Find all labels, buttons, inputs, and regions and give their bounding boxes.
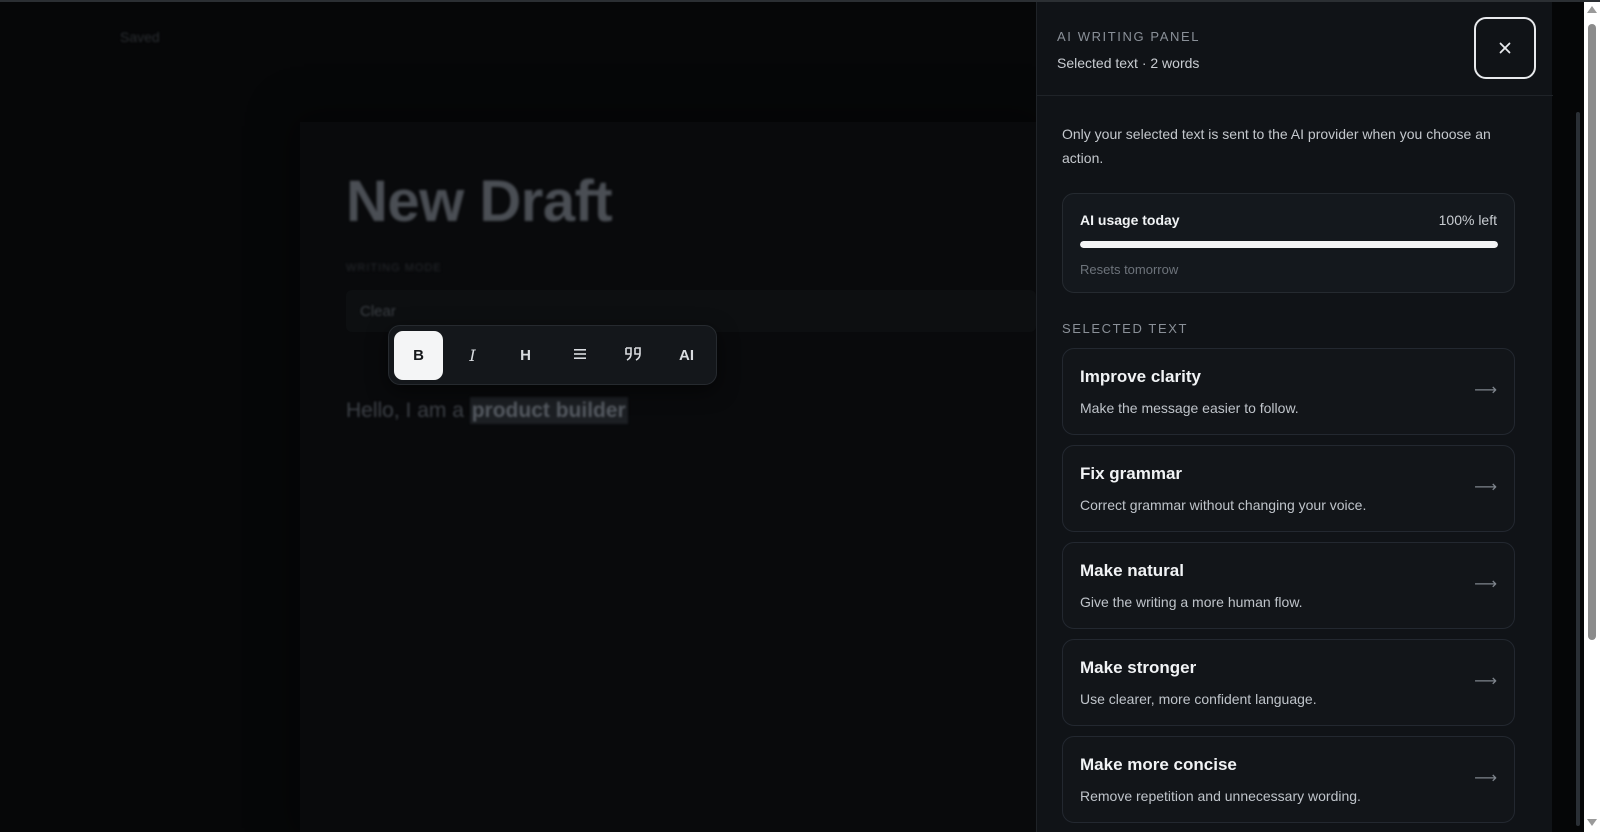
scroll-up-icon[interactable] (1587, 6, 1597, 13)
panel-title: AI WRITING PANEL (1057, 29, 1201, 44)
arrow-right-icon: ⟶ (1474, 673, 1497, 690)
panel-header: AI WRITING PANEL Selected text · 2 words (1037, 2, 1553, 96)
action-description: Correct grammar without changing your vo… (1080, 497, 1367, 513)
arrow-right-icon: ⟶ (1474, 479, 1497, 496)
usage-progress-fill (1080, 241, 1498, 248)
window-scrollbar[interactable] (1584, 0, 1600, 832)
mode-label: WRITING MODE (346, 262, 442, 274)
arrow-right-icon: ⟶ (1474, 576, 1497, 593)
action-description: Remove repetition and unnecessary wordin… (1080, 788, 1361, 804)
usage-progress-bar (1080, 241, 1498, 248)
italic-button[interactable]: I (448, 331, 497, 380)
app-window: Saved New Draft WRITING MODE Clear Hello… (0, 0, 1600, 832)
usage-title: AI usage today (1080, 212, 1180, 228)
body-text: Hello, I am a (346, 399, 470, 422)
list-button[interactable] (555, 331, 604, 380)
panel-scrollbar[interactable] (1574, 100, 1582, 832)
close-icon (1499, 37, 1511, 60)
arrow-right-icon: ⟶ (1474, 382, 1497, 399)
scrollbar-thumb[interactable] (1588, 24, 1596, 640)
top-border (0, 0, 1600, 2)
quote-icon (624, 346, 642, 366)
arrow-right-icon: ⟶ (1474, 770, 1497, 787)
clear-label: Clear (360, 303, 396, 320)
selected-text[interactable]: product builder (469, 397, 628, 424)
quote-button[interactable] (608, 331, 657, 380)
action-name: Improve clarity (1080, 367, 1201, 386)
format-toolbar: B I H AI (388, 325, 717, 385)
list-icon (573, 347, 587, 364)
privacy-note: Only your selected text is sent to the A… (1062, 126, 1491, 166)
action-improve-clarity[interactable]: Improve clarity Make the message easier … (1062, 348, 1515, 435)
scroll-down-icon[interactable] (1587, 819, 1597, 826)
action-make-natural[interactable]: Make natural Give the writing a more hum… (1062, 542, 1515, 629)
usage-reset-note: Resets tomorrow (1080, 262, 1179, 277)
heading-button[interactable]: H (501, 331, 550, 380)
action-fix-grammar[interactable]: Fix grammar Correct grammar without chan… (1062, 445, 1515, 532)
action-description: Make the message easier to follow. (1080, 400, 1299, 416)
bold-button[interactable]: B (394, 331, 443, 380)
ai-writing-panel: AI WRITING PANEL Selected text · 2 words… (1036, 2, 1553, 832)
action-name: Fix grammar (1080, 464, 1183, 483)
action-description: Give the writing a more human flow. (1080, 594, 1303, 610)
document-title[interactable]: New Draft (346, 168, 613, 235)
action-name: Make stronger (1080, 658, 1197, 677)
panel-subtitle: Selected text · 2 words (1057, 55, 1200, 71)
action-name: Make more concise (1080, 755, 1237, 774)
action-make-more-concise[interactable]: Make more concise Remove repetition and … (1062, 736, 1515, 823)
save-status: Saved (120, 29, 160, 45)
action-name: Make natural (1080, 561, 1184, 580)
close-button[interactable] (1474, 17, 1536, 79)
usage-remaining: 100% left (1438, 212, 1497, 228)
section-label: SELECTED TEXT (1062, 321, 1189, 336)
action-description: Use clearer, more confident language. (1080, 691, 1317, 707)
action-make-stronger[interactable]: Make stronger Use clearer, more confiden… (1062, 639, 1515, 726)
panel-scrollbar-thumb[interactable] (1576, 112, 1580, 826)
usage-card: AI usage today 100% left Resets tomorrow (1062, 193, 1515, 293)
ai-button[interactable]: AI (662, 331, 711, 380)
editor-area: Saved New Draft WRITING MODE Clear Hello… (0, 0, 1036, 832)
document-body[interactable]: Hello, I am a product builder (346, 397, 628, 424)
